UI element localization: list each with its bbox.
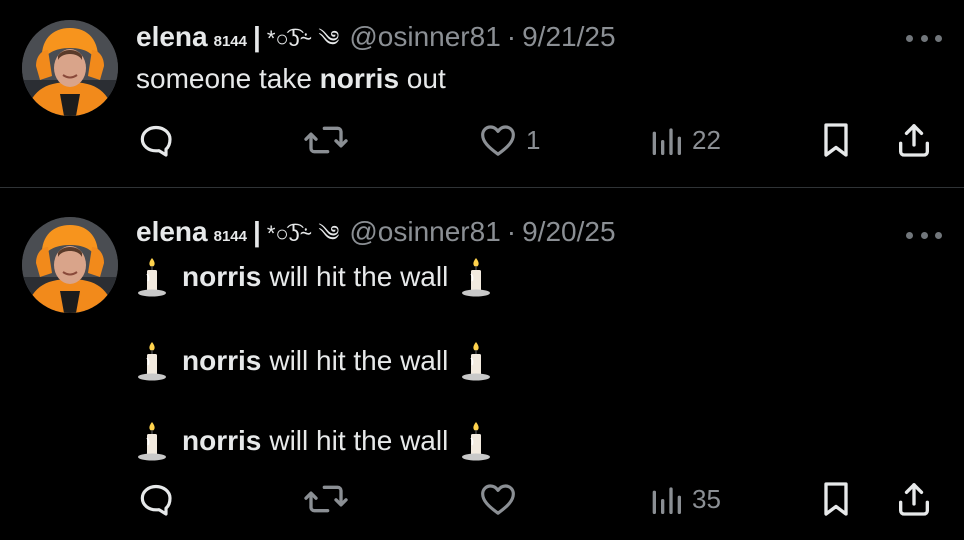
views-button[interactable]: 22 (648, 118, 721, 162)
tweet-actions: 35 (0, 477, 964, 521)
header-dot: · (506, 21, 517, 52)
views-count: 35 (692, 483, 721, 514)
more-icon[interactable] (906, 33, 942, 43)
share-icon (899, 124, 929, 157)
author-handle[interactable]: @osinner81 (349, 20, 500, 54)
tweet-text-prefix: someone take (136, 63, 320, 94)
views-button[interactable]: 35 (648, 477, 721, 521)
tweet-actions: 1 22 (0, 118, 964, 162)
line-rest: will hit the wall (269, 261, 449, 292)
tweet-date[interactable]: 9/20/25 (522, 215, 615, 249)
like-button[interactable]: 1 (478, 118, 540, 162)
tweet-date[interactable]: 9/21/25 (522, 20, 615, 54)
retweet-button[interactable] (304, 118, 348, 162)
line-bold: norris (182, 425, 262, 456)
avatar[interactable] (22, 217, 118, 313)
author-handle[interactable]: @osinner81 (349, 215, 500, 249)
share-icon (899, 483, 929, 516)
like-button[interactable] (478, 477, 518, 521)
author-name[interactable]: elena (136, 215, 208, 249)
views-icon (652, 128, 681, 155)
tweet-text-line: norris will hit the wall (136, 419, 494, 463)
header-dot: · (506, 216, 517, 247)
share-button[interactable] (894, 477, 934, 521)
author-name-separator: | (252, 21, 261, 52)
tweet-text-line: norris will hit the wall (136, 339, 494, 383)
tweet-header: elena 81 44 | *○͡ʖ⸞ ༄ @osinner81 · 9/20/… (136, 215, 616, 249)
avatar[interactable] (22, 20, 118, 116)
views-icon (652, 487, 681, 514)
candle-emoji (462, 342, 491, 381)
bookmark-button[interactable] (818, 477, 854, 521)
candle-emoji (138, 342, 166, 381)
candle-emoji (138, 258, 166, 297)
author-name-superscript: 81 (213, 228, 231, 245)
author-name-superscript: 81 (213, 33, 231, 50)
retweet-icon (304, 126, 348, 154)
candle-emoji (138, 422, 166, 461)
like-count: 1 (526, 124, 541, 155)
author-name[interactable]: elena (136, 20, 208, 54)
avatar-image (22, 20, 118, 116)
tweet-text: someone take norris out (136, 62, 446, 96)
line-rest: will hit the wall (269, 345, 449, 376)
line-bold: norris (182, 345, 262, 376)
author-name-subscript: 44 (230, 228, 247, 245)
tweet-text-bold: norris (319, 63, 400, 94)
author-name-subscript: 44 (230, 33, 247, 50)
heart-icon (481, 484, 515, 515)
bookmark-button[interactable] (818, 118, 854, 162)
reply-button[interactable] (136, 118, 176, 162)
heart-icon (481, 125, 515, 156)
tweet-header: elena 81 44 | *○͡ʖ⸞ ༄ @osinner81 · 9/21/… (136, 20, 616, 54)
retweet-icon (304, 485, 348, 513)
author-name-decoration: *○͡ʖ⸞ ༄ (266, 26, 340, 51)
tweet-text-line: norris will hit the wall (136, 255, 494, 299)
avatar-image (22, 217, 118, 313)
views-count: 22 (692, 124, 721, 155)
retweet-button[interactable] (304, 477, 348, 521)
share-button[interactable] (894, 118, 934, 162)
candle-emoji (462, 422, 491, 461)
reply-icon (140, 484, 172, 516)
author-name-separator: | (252, 216, 261, 247)
line-rest: will hit the wall (269, 425, 449, 456)
reply-icon (140, 125, 172, 157)
tweet[interactable]: elena 81 44 | *○͡ʖ⸞ ༄ @osinner81 · 9/20/… (0, 189, 964, 540)
author-name-decoration: *○͡ʖ⸞ ༄ (266, 221, 340, 246)
tweet[interactable]: elena 81 44 | *○͡ʖ⸞ ༄ @osinner81 · 9/21/… (0, 0, 964, 188)
bookmark-icon (824, 482, 848, 516)
line-bold: norris (182, 261, 262, 292)
bookmark-icon (824, 123, 848, 157)
reply-button[interactable] (136, 477, 176, 521)
tweet-text-suffix: out (399, 63, 446, 94)
more-icon[interactable] (906, 230, 942, 240)
candle-emoji (462, 258, 491, 297)
